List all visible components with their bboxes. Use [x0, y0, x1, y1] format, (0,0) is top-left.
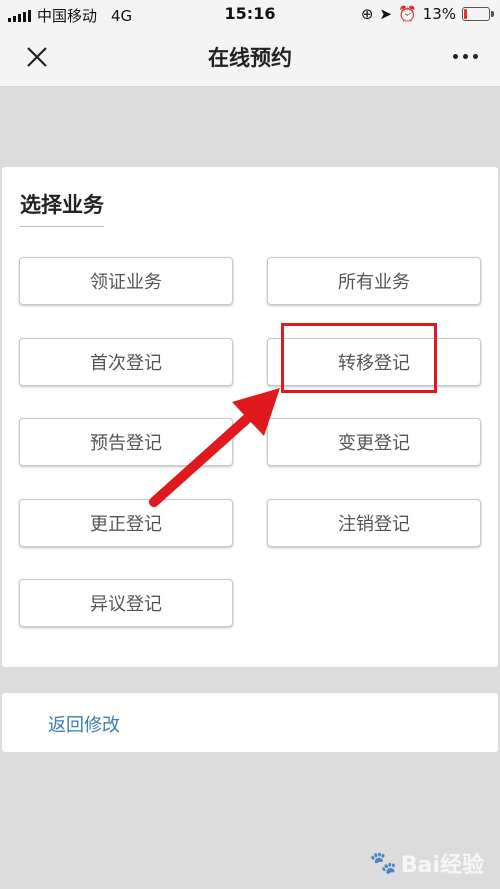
battery-icon	[462, 7, 494, 21]
more-icon[interactable]	[453, 54, 478, 59]
status-bar: 中国移动 4G 15:16 ⊕ ➤ ⏰ 13%	[0, 0, 500, 28]
paw-icon: 🐾	[369, 850, 397, 876]
watermark: 🐾 Bai经验	[369, 847, 484, 879]
highlight-box	[281, 323, 437, 393]
business-button-all[interactable]: 所有业务	[267, 257, 481, 305]
location-icon: ➤	[379, 5, 392, 23]
battery-level	[464, 9, 467, 19]
page-title: 在线预约	[208, 46, 292, 70]
footer-card: 返回修改	[2, 693, 498, 752]
watermark-text: Bai经验	[400, 853, 484, 878]
battery-percent: 13%	[422, 5, 456, 23]
business-button-license[interactable]: 领证业务	[19, 257, 233, 305]
section-title: 选择业务	[20, 189, 104, 227]
status-right: ⊕ ➤ ⏰ 13%	[360, 5, 494, 23]
business-button-change-registration[interactable]: 变更登记	[267, 418, 481, 466]
red-arrow-annotation	[149, 388, 280, 507]
nav-bar: 在线预约	[0, 28, 500, 87]
business-button-initial-registration[interactable]: 首次登记	[19, 338, 233, 386]
alarm-icon: ⏰	[397, 5, 417, 23]
business-button-objection-registration[interactable]: 异议登记	[19, 579, 233, 627]
business-button-cancellation-registration[interactable]: 注销登记	[267, 499, 481, 547]
back-modify-link[interactable]: 返回修改	[48, 711, 120, 737]
rotation-lock-icon: ⊕	[360, 5, 374, 23]
